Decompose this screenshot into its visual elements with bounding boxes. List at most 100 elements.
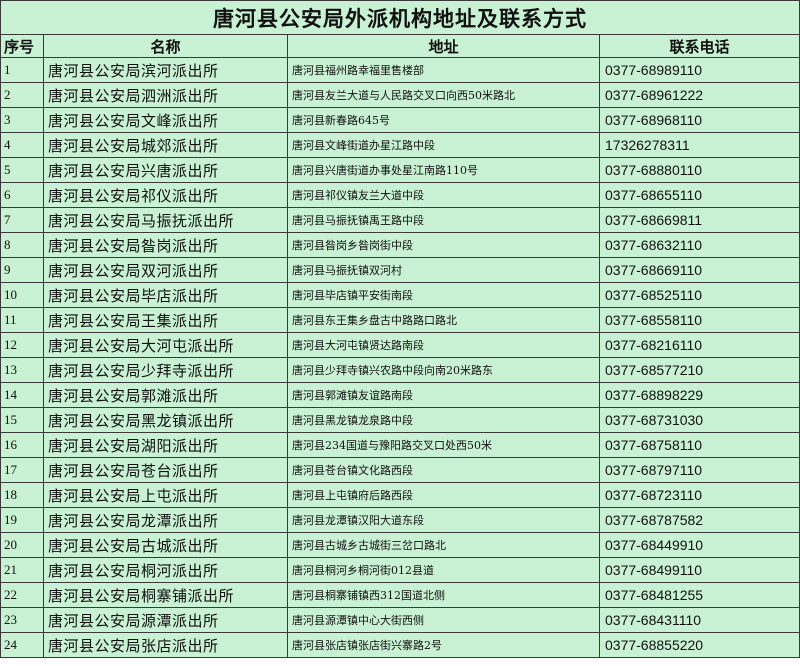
cell-no: 10 xyxy=(0,282,44,308)
cell-name: 唐河县公安局桐寨铺派出所 xyxy=(43,582,288,608)
header-phone: 联系电话 xyxy=(599,34,800,58)
cell-no: 18 xyxy=(0,482,44,508)
header-name: 名称 xyxy=(43,34,288,58)
table-row: 19 唐河县公安局龙潭派出所 唐河县龙潭镇汉阳大道东段 0377-68787582 xyxy=(0,507,800,533)
table-row: 16 唐河县公安局湖阳派出所 唐河县234国道与豫阳路交叉口处西50米 0377-68… xyxy=(0,432,800,458)
cell-no: 14 xyxy=(0,382,44,408)
table-row: 21 唐河县公安局桐河派出所 唐河县桐河乡桐河街012县道 0377-68499110 xyxy=(0,557,800,583)
header-row: 序号 名称 地址 联系电话 xyxy=(0,34,800,58)
cell-address: 唐河县马振抚镇禹王路中段 xyxy=(287,207,600,233)
cell-name: 唐河县公安局毕店派出所 xyxy=(43,282,288,308)
cell-name: 唐河县公安局上屯派出所 xyxy=(43,482,288,508)
cell-name: 唐河县公安局城郊派出所 xyxy=(43,132,288,158)
cell-name: 唐河县公安局昝岗派出所 xyxy=(43,232,288,258)
cell-address: 唐河县友兰大道与人民路交叉口向西50米路北 xyxy=(287,82,600,108)
cell-address: 唐河县马振抚镇双河村 xyxy=(287,257,600,283)
cell-address: 唐河县少拜寺镇兴农路中段向南20米路东 xyxy=(287,357,600,383)
cell-no: 20 xyxy=(0,532,44,558)
cell-name: 唐河县公安局源潭派出所 xyxy=(43,607,288,633)
cell-phone: 0377-68669110 xyxy=(599,257,800,283)
cell-no: 4 xyxy=(0,132,44,158)
cell-phone: 0377-68525110 xyxy=(599,282,800,308)
cell-name: 唐河县公安局龙潭派出所 xyxy=(43,507,288,533)
cell-no: 16 xyxy=(0,432,44,458)
table-row: 5 唐河县公安局兴唐派出所 唐河县兴唐街道办事处星江南路110号 0377-68880… xyxy=(0,157,800,183)
cell-name: 唐河县公安局黑龙镇派出所 xyxy=(43,407,288,433)
cell-address: 唐河县苍台镇文化路西段 xyxy=(287,457,600,483)
cell-no: 2 xyxy=(0,82,44,108)
table-row: 10 唐河县公安局毕店派出所 唐河县毕店镇平安街南段 0377-68525110 xyxy=(0,282,800,308)
cell-address: 唐河县桐寨铺镇西312国道北侧 xyxy=(287,582,600,608)
cell-no: 15 xyxy=(0,407,44,433)
cell-name: 唐河县公安局郭滩派出所 xyxy=(43,382,288,408)
cell-address: 唐河县234国道与豫阳路交叉口处西50米 xyxy=(287,432,600,458)
cell-phone: 0377-68431110 xyxy=(599,607,800,633)
cell-phone: 0377-68669811 xyxy=(599,207,800,233)
cell-phone: 0377-68968110 xyxy=(599,107,800,133)
cell-no: 3 xyxy=(0,107,44,133)
cell-phone: 0377-68855220 xyxy=(599,632,800,658)
cell-name: 唐河县公安局兴唐派出所 xyxy=(43,157,288,183)
cell-phone: 0377-68558110 xyxy=(599,307,800,333)
cell-phone: 0377-68577210 xyxy=(599,357,800,383)
cell-address: 唐河县大河屯镇贤达路南段 xyxy=(287,332,600,358)
table-row: 13 唐河县公安局少拜寺派出所 唐河县少拜寺镇兴农路中段向南20米路东 0377-68… xyxy=(0,357,800,383)
table-row: 17 唐河县公安局苍台派出所 唐河县苍台镇文化路西段 0377-68797110 xyxy=(0,457,800,483)
cell-phone: 0377-68787582 xyxy=(599,507,800,533)
cell-phone: 0377-68731030 xyxy=(599,407,800,433)
table-title: 唐河县公安局外派机构地址及联系方式 xyxy=(0,0,800,35)
table-row: 11 唐河县公安局王集派出所 唐河县东王集乡盘古中路路口路北 0377-6855811… xyxy=(0,307,800,333)
header-address: 地址 xyxy=(287,34,600,58)
cell-name: 唐河县公安局马振抚派出所 xyxy=(43,207,288,233)
cell-no: 24 xyxy=(0,632,44,658)
cell-phone: 0377-68880110 xyxy=(599,157,800,183)
cell-address: 唐河县龙潭镇汉阳大道东段 xyxy=(287,507,600,533)
cell-address: 唐河县文峰街道办星江路中段 xyxy=(287,132,600,158)
table-row: 6 唐河县公安局祁仪派出所 唐河县祁仪镇友兰大道中段 0377-68655110 xyxy=(0,182,800,208)
cell-phone: 0377-68632110 xyxy=(599,232,800,258)
cell-name: 唐河县公安局苍台派出所 xyxy=(43,457,288,483)
table-row: 7 唐河县公安局马振抚派出所 唐河县马振抚镇禹王路中段 0377-68669811 xyxy=(0,207,800,233)
cell-no: 13 xyxy=(0,357,44,383)
cell-address: 唐河县郭滩镇友谊路南段 xyxy=(287,382,600,408)
table-row: 9 唐河县公安局双河派出所 唐河县马振抚镇双河村 0377-68669110 xyxy=(0,257,800,283)
cell-address: 唐河县毕店镇平安街南段 xyxy=(287,282,600,308)
cell-phone: 0377-68961222 xyxy=(599,82,800,108)
cell-phone: 0377-68898229 xyxy=(599,382,800,408)
cell-name: 唐河县公安局祁仪派出所 xyxy=(43,182,288,208)
cell-phone: 0377-68655110 xyxy=(599,182,800,208)
table-row: 22 唐河县公安局桐寨铺派出所 唐河县桐寨铺镇西312国道北侧 0377-684812… xyxy=(0,582,800,608)
cell-name: 唐河县公安局湖阳派出所 xyxy=(43,432,288,458)
cell-name: 唐河县公安局文峰派出所 xyxy=(43,107,288,133)
cell-phone: 0377-68481255 xyxy=(599,582,800,608)
cell-no: 22 xyxy=(0,582,44,608)
table-row: 8 唐河县公安局昝岗派出所 唐河县昝岗乡昝岗街中段 0377-68632110 xyxy=(0,232,800,258)
cell-name: 唐河县公安局王集派出所 xyxy=(43,307,288,333)
cell-name: 唐河县公安局古城派出所 xyxy=(43,532,288,558)
table-row: 2 唐河县公安局泗洲派出所 唐河县友兰大道与人民路交叉口向西50米路北 0377-68… xyxy=(0,82,800,108)
cell-phone: 0377-68449910 xyxy=(599,532,800,558)
cell-address: 唐河县东王集乡盘古中路路口路北 xyxy=(287,307,600,333)
cell-phone: 0377-68216110 xyxy=(599,332,800,358)
cell-no: 19 xyxy=(0,507,44,533)
contact-table: 唐河县公安局外派机构地址及联系方式 序号 名称 地址 联系电话 1 唐河县公安局滨… xyxy=(0,0,800,658)
cell-no: 9 xyxy=(0,257,44,283)
cell-name: 唐河县公安局滨河派出所 xyxy=(43,57,288,83)
cell-name: 唐河县公安局双河派出所 xyxy=(43,257,288,283)
cell-address: 唐河县黑龙镇龙泉路中段 xyxy=(287,407,600,433)
table-row: 14 唐河县公安局郭滩派出所 唐河县郭滩镇友谊路南段 0377-68898229 xyxy=(0,382,800,408)
cell-address: 唐河县新春路645号 xyxy=(287,107,600,133)
cell-no: 21 xyxy=(0,557,44,583)
cell-no: 23 xyxy=(0,607,44,633)
cell-address: 唐河县祁仪镇友兰大道中段 xyxy=(287,182,600,208)
cell-phone: 0377-68758110 xyxy=(599,432,800,458)
table-row: 4 唐河县公安局城郊派出所 唐河县文峰街道办星江路中段 17326278311 xyxy=(0,132,800,158)
cell-no: 17 xyxy=(0,457,44,483)
cell-phone: 0377-68499110 xyxy=(599,557,800,583)
table-row: 20 唐河县公安局古城派出所 唐河县古城乡古城街三岔口路北 0377-68449910 xyxy=(0,532,800,558)
cell-phone: 0377-68989110 xyxy=(599,57,800,83)
cell-address: 唐河县桐河乡桐河街012县道 xyxy=(287,557,600,583)
cell-name: 唐河县公安局少拜寺派出所 xyxy=(43,357,288,383)
cell-no: 8 xyxy=(0,232,44,258)
cell-name: 唐河县公安局张店派出所 xyxy=(43,632,288,658)
